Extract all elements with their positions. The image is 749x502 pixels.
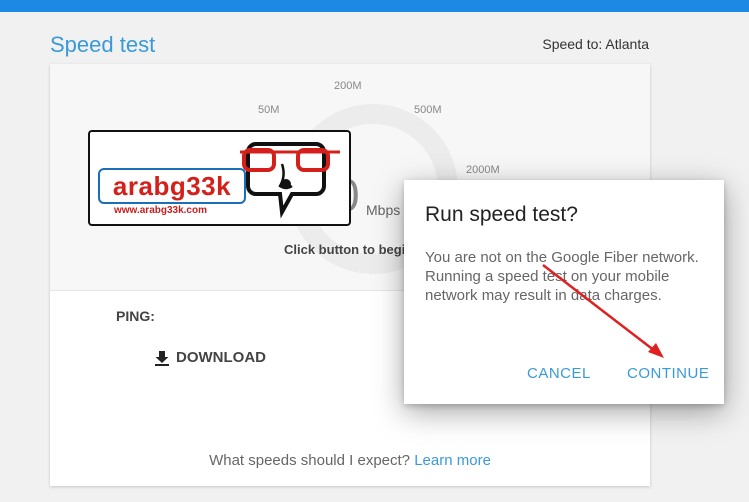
tick-2000m: 2000M [466, 164, 500, 176]
speed-test-dialog: Run speed test? You are not on the Googl… [404, 180, 724, 404]
speed-to-location: Speed to: Atlanta [542, 36, 649, 52]
speed-expectation-text: What speeds should I expect? Learn more [50, 452, 650, 469]
tick-500m: 500M [414, 104, 442, 116]
watermark-logo: arabg33k www.arabg33k.com [88, 130, 351, 226]
learn-more-link[interactable]: Learn more [414, 452, 491, 469]
logo-wordmark: arabg33k [98, 168, 246, 204]
page-title: Speed test [50, 32, 156, 57]
ping-label: PING: [116, 308, 155, 324]
tick-200m: 200M [334, 80, 362, 92]
logo-url: www.arabg33k.com [114, 205, 207, 216]
top-bar [0, 0, 749, 12]
expectation-question: What speeds should I expect? [209, 452, 411, 469]
download-result[interactable]: DOWNLOAD [154, 349, 266, 366]
download-label: DOWNLOAD [176, 349, 266, 366]
dialog-message: You are not on the Google Fiber network.… [425, 249, 699, 304]
dialog-title: Run speed test? [425, 203, 578, 226]
continue-button[interactable]: CONTINUE [627, 365, 709, 382]
tick-50m: 50M [258, 104, 280, 116]
speed-unit: Mbps [366, 202, 401, 218]
glasses-face-icon [240, 142, 340, 219]
start-hint: Click button to begin [284, 242, 414, 257]
download-icon [155, 350, 169, 366]
cancel-button[interactable]: CANCEL [527, 365, 591, 382]
